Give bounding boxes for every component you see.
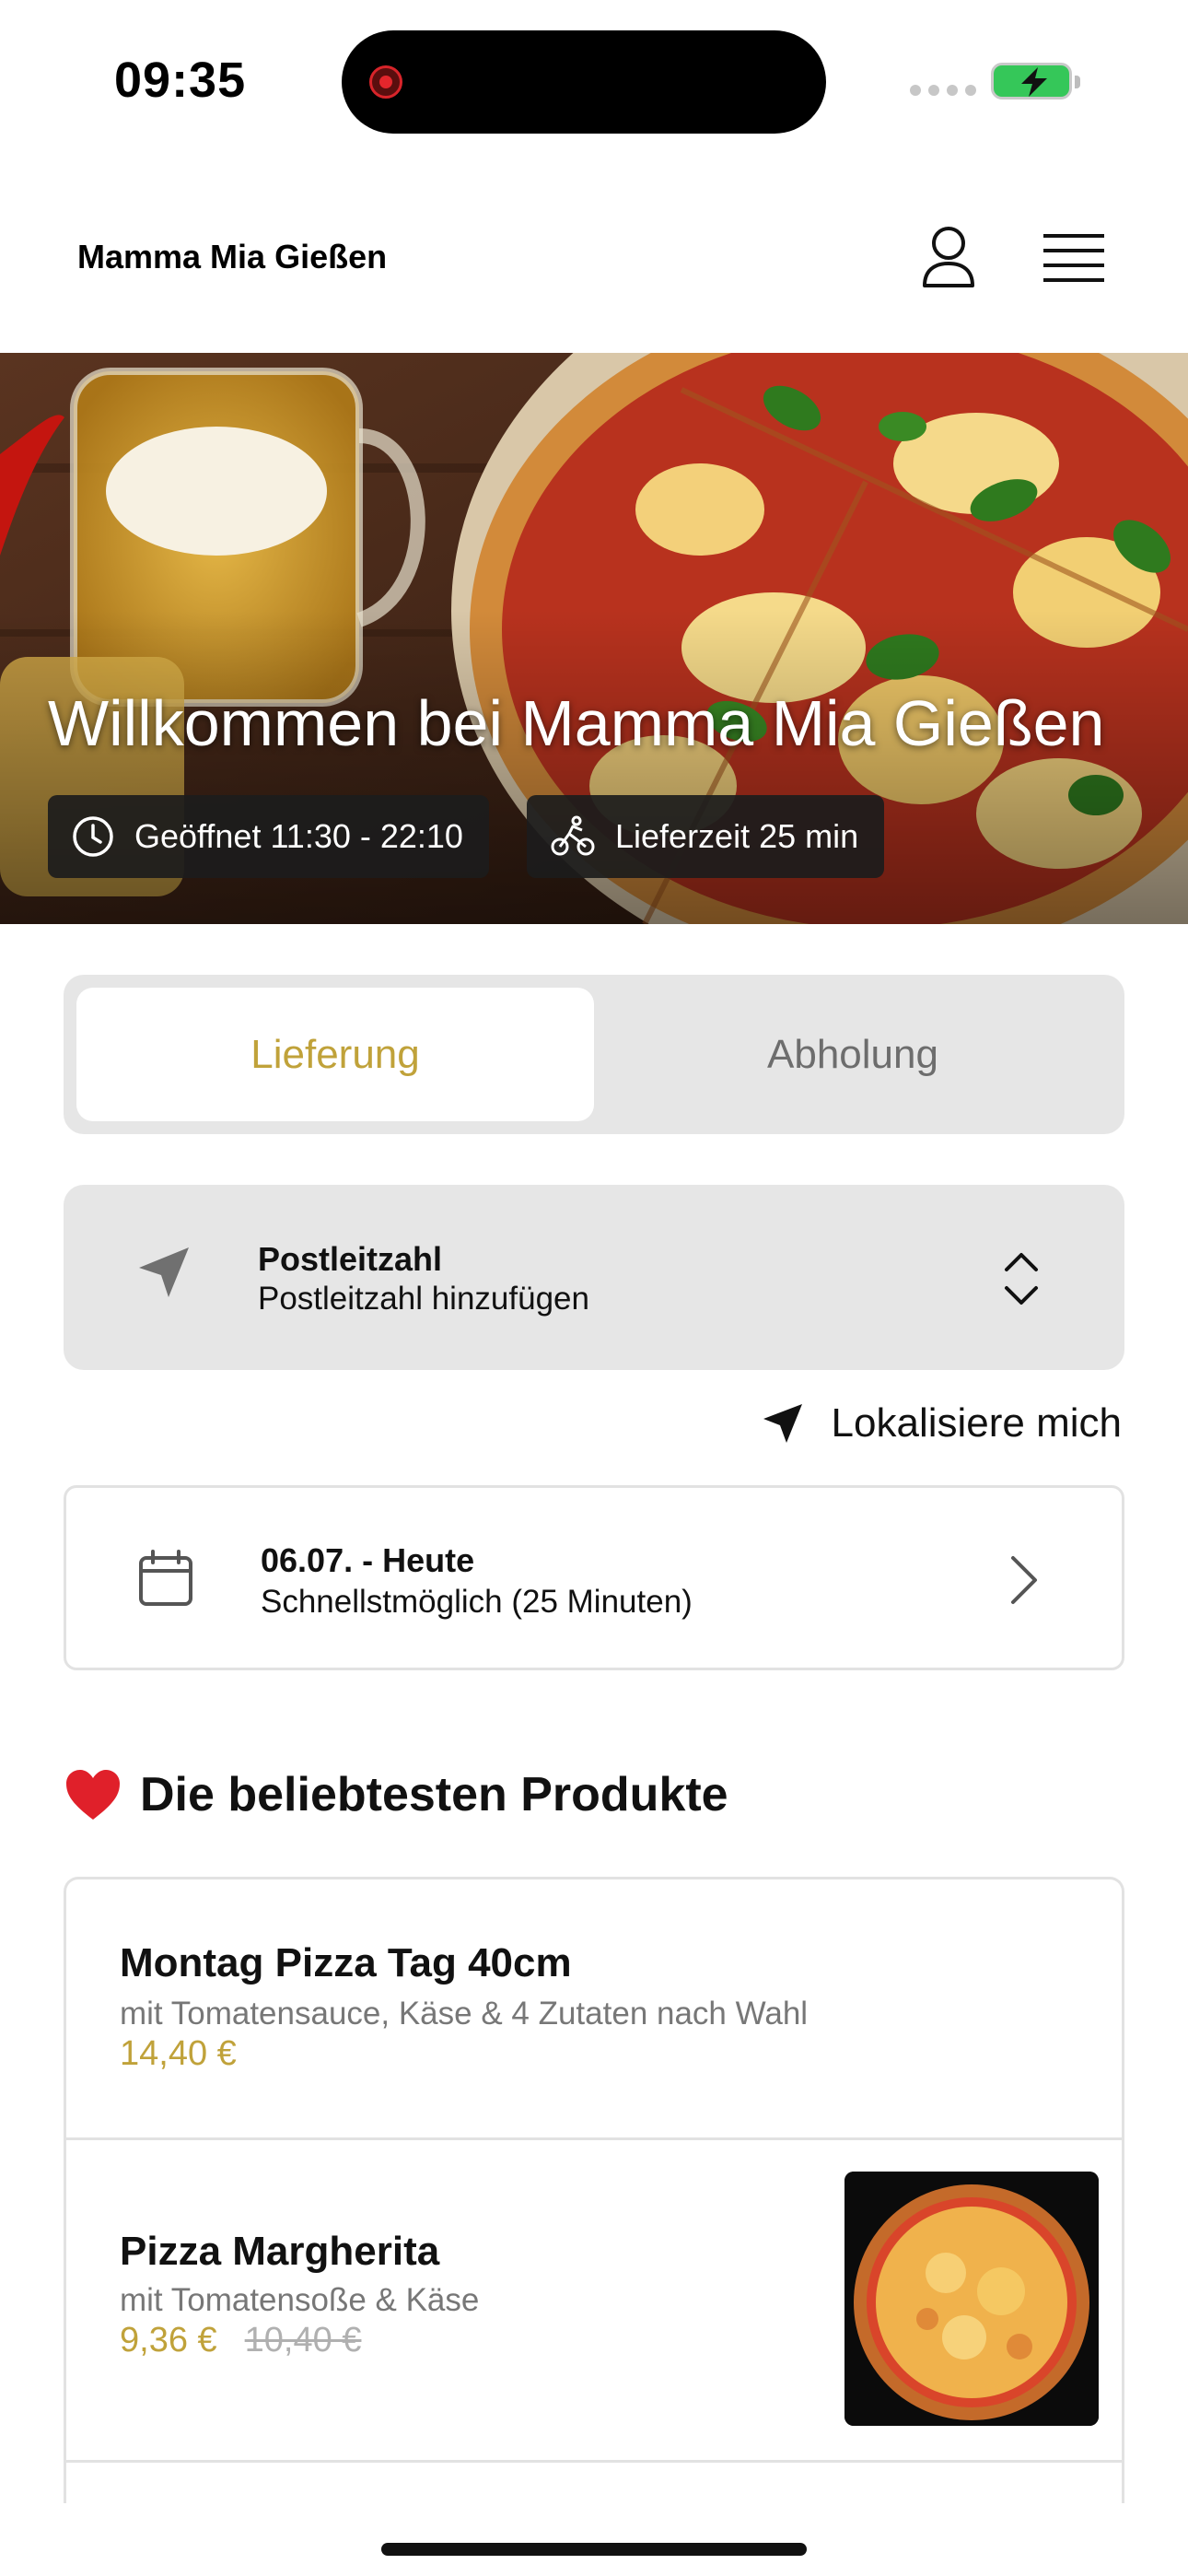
menu-button[interactable] bbox=[1037, 221, 1111, 295]
product-price-row: 9,36 € 10,40 € bbox=[120, 2321, 361, 2360]
cellular-signal-icon bbox=[910, 85, 976, 96]
hero-banner: Willkommen bei Mamma Mia Gießen Geöffnet… bbox=[0, 353, 1188, 924]
product-name: Pizza Margherita bbox=[120, 2229, 440, 2274]
delivery-slot: Schnellstmöglich (25 Minuten) bbox=[261, 1584, 693, 1620]
postcode-select[interactable]: Postleitzahl Postleitzahl hinzufügen bbox=[64, 1185, 1124, 1370]
delivery-time-text: Lieferzeit 25 min bbox=[615, 817, 859, 855]
tab-delivery[interactable]: Lieferung bbox=[76, 988, 594, 1121]
chevron-up-down-icon bbox=[1005, 1253, 1038, 1305]
product-list: Montag Pizza Tag 40cm mit Tomatensauce, … bbox=[64, 1877, 1124, 2503]
person-icon bbox=[923, 227, 974, 287]
chevron-right-icon bbox=[1011, 1556, 1037, 1604]
product-image[interactable] bbox=[844, 2172, 1099, 2426]
app-header: Mamma Mia Gießen bbox=[0, 166, 1188, 353]
clock-icon bbox=[73, 816, 113, 857]
product-old-price: 10,40 € bbox=[244, 2321, 362, 2359]
product-name: Montag Pizza Tag 40cm bbox=[120, 1940, 572, 1985]
postcode-label: Postleitzahl bbox=[258, 1240, 443, 1278]
product-price: 14,40 € bbox=[120, 2034, 237, 2073]
heart-icon bbox=[66, 1770, 120, 1820]
locate-me-label: Lokalisiere mich bbox=[831, 1400, 1122, 1446]
battery-charging-icon bbox=[991, 63, 1080, 100]
order-mode-toggle: Lieferung Abholung bbox=[64, 975, 1124, 1134]
product-price: 9,36 € bbox=[120, 2321, 217, 2359]
home-indicator[interactable] bbox=[381, 2543, 807, 2556]
dynamic-island bbox=[342, 30, 826, 134]
brand-title[interactable]: Mamma Mia Gießen bbox=[77, 238, 387, 276]
postcode-placeholder: Postleitzahl hinzufügen bbox=[258, 1281, 589, 1317]
product-price-row: 14,40 € bbox=[120, 2034, 237, 2074]
navigation-arrow-icon bbox=[763, 1404, 802, 1443]
popular-products-heading: Die beliebtesten Produkte bbox=[64, 1767, 728, 1822]
locate-me-button[interactable]: Lokalisiere mich bbox=[762, 1400, 1122, 1446]
status-time: 09:35 bbox=[114, 53, 247, 108]
opening-hours-text: Geöffnet 11:30 - 22:10 bbox=[134, 817, 463, 855]
delivery-time-chip: Lieferzeit 25 min bbox=[527, 795, 885, 878]
hero-title: Willkommen bei Mamma Mia Gießen bbox=[48, 687, 1105, 759]
delivery-time-select[interactable]: 06.07. - Heute Schnellstmöglich (25 Minu… bbox=[64, 1485, 1124, 1670]
pizza-margherita-image bbox=[844, 2172, 1099, 2426]
product-description: mit Tomatensauce, Käse & 4 Zutaten nach … bbox=[120, 1996, 809, 2032]
account-button[interactable] bbox=[912, 221, 985, 295]
product-item[interactable]: Pizza Margherita mit Tomatensoße & Käse … bbox=[66, 2140, 1122, 2463]
location-arrow-icon bbox=[139, 1247, 189, 1297]
delivery-date: 06.07. - Heute bbox=[261, 1541, 475, 1579]
calendar-icon bbox=[139, 1550, 192, 1606]
product-description: mit Tomatensoße & Käse bbox=[120, 2282, 480, 2318]
popular-products-title: Die beliebtesten Produkte bbox=[140, 1768, 728, 1821]
hamburger-menu-icon bbox=[1043, 234, 1104, 282]
bicycle-icon bbox=[551, 815, 595, 856]
tab-pickup[interactable]: Abholung bbox=[594, 988, 1112, 1121]
opening-hours-chip: Geöffnet 11:30 - 22:10 bbox=[48, 795, 489, 878]
status-bar: 09:35 bbox=[0, 0, 1188, 166]
recording-indicator-icon bbox=[369, 65, 402, 99]
product-item[interactable]: Montag Pizza Tag 40cm mit Tomatensauce, … bbox=[66, 1879, 1122, 2140]
